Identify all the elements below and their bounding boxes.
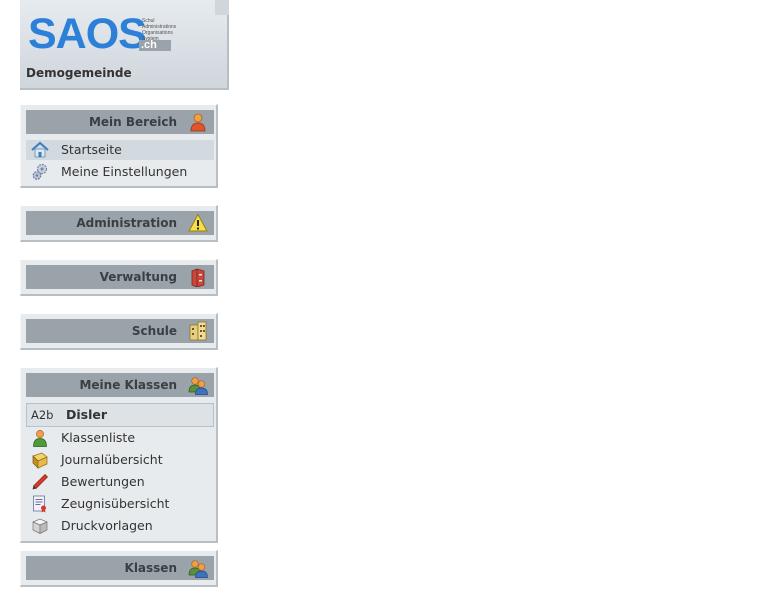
- administration-header[interactable]: Administration: [26, 211, 214, 235]
- menu-item-klassenliste[interactable]: Klassenliste: [26, 428, 214, 448]
- logo[interactable]: SAOS: [28, 12, 147, 56]
- meine-klassen-box: Meine Klassen A2b Disler Klassenliste Jo…: [20, 367, 218, 543]
- mein-bereich-title: Mein Bereich: [88, 115, 177, 129]
- mein-bereich-box: Mein Bereich Startseite Meine Einstellun…: [20, 104, 218, 188]
- user-icon: [33, 430, 47, 447]
- meine-klassen-title: Meine Klassen: [79, 378, 177, 392]
- building-icon: [189, 321, 207, 341]
- verwaltung-title: Verwaltung: [99, 270, 177, 284]
- class-code: A2b: [31, 408, 54, 422]
- book-icon: [32, 452, 48, 469]
- mein-bereich-header[interactable]: Mein Bereich: [26, 110, 214, 134]
- verwaltung-box: Verwaltung: [20, 259, 218, 296]
- box-icon: [32, 518, 48, 535]
- menu-item-meine-einstellungen[interactable]: Meine Einstellungen: [26, 162, 214, 182]
- pencil-icon: [32, 474, 48, 490]
- gears-icon: [32, 163, 48, 180]
- user-icon: [190, 113, 206, 132]
- menu-item-zeugnisuebersicht[interactable]: Zeugnisübersicht: [26, 494, 214, 514]
- logo-panel: SAOS Schul Administrations Organisations…: [20, 0, 229, 90]
- verwaltung-header[interactable]: Verwaltung: [26, 265, 214, 289]
- schule-header[interactable]: Schule: [26, 319, 214, 343]
- home-icon: [31, 141, 49, 158]
- cabinet-icon: [191, 268, 205, 287]
- administration-title: Administration: [76, 216, 177, 230]
- menu-item-druckvorlagen[interactable]: Druckvorlagen: [26, 516, 214, 536]
- users-icon: [188, 377, 208, 395]
- certificate-icon: [33, 495, 46, 513]
- org-name: Demogemeinde: [26, 66, 132, 80]
- menu-item-journaluebersicht[interactable]: Journalübersicht: [26, 450, 214, 470]
- class-name: Disler: [66, 407, 108, 422]
- menu-item-bewertungen[interactable]: Bewertungen: [26, 472, 214, 492]
- schule-box: Schule: [20, 313, 218, 350]
- administration-box: Administration: [20, 205, 218, 242]
- klassen-header[interactable]: Klassen: [26, 556, 214, 580]
- warning-icon: [188, 213, 208, 232]
- klassen-title: Klassen: [124, 561, 177, 575]
- users-icon: [188, 560, 208, 578]
- klassen-box: Klassen: [20, 550, 218, 587]
- logo-suffix: .ch: [139, 40, 171, 51]
- menu-item-startseite[interactable]: Startseite: [26, 140, 214, 160]
- class-row[interactable]: A2b Disler: [26, 403, 214, 427]
- schule-title: Schule: [131, 324, 177, 338]
- meine-klassen-header[interactable]: Meine Klassen: [26, 373, 214, 397]
